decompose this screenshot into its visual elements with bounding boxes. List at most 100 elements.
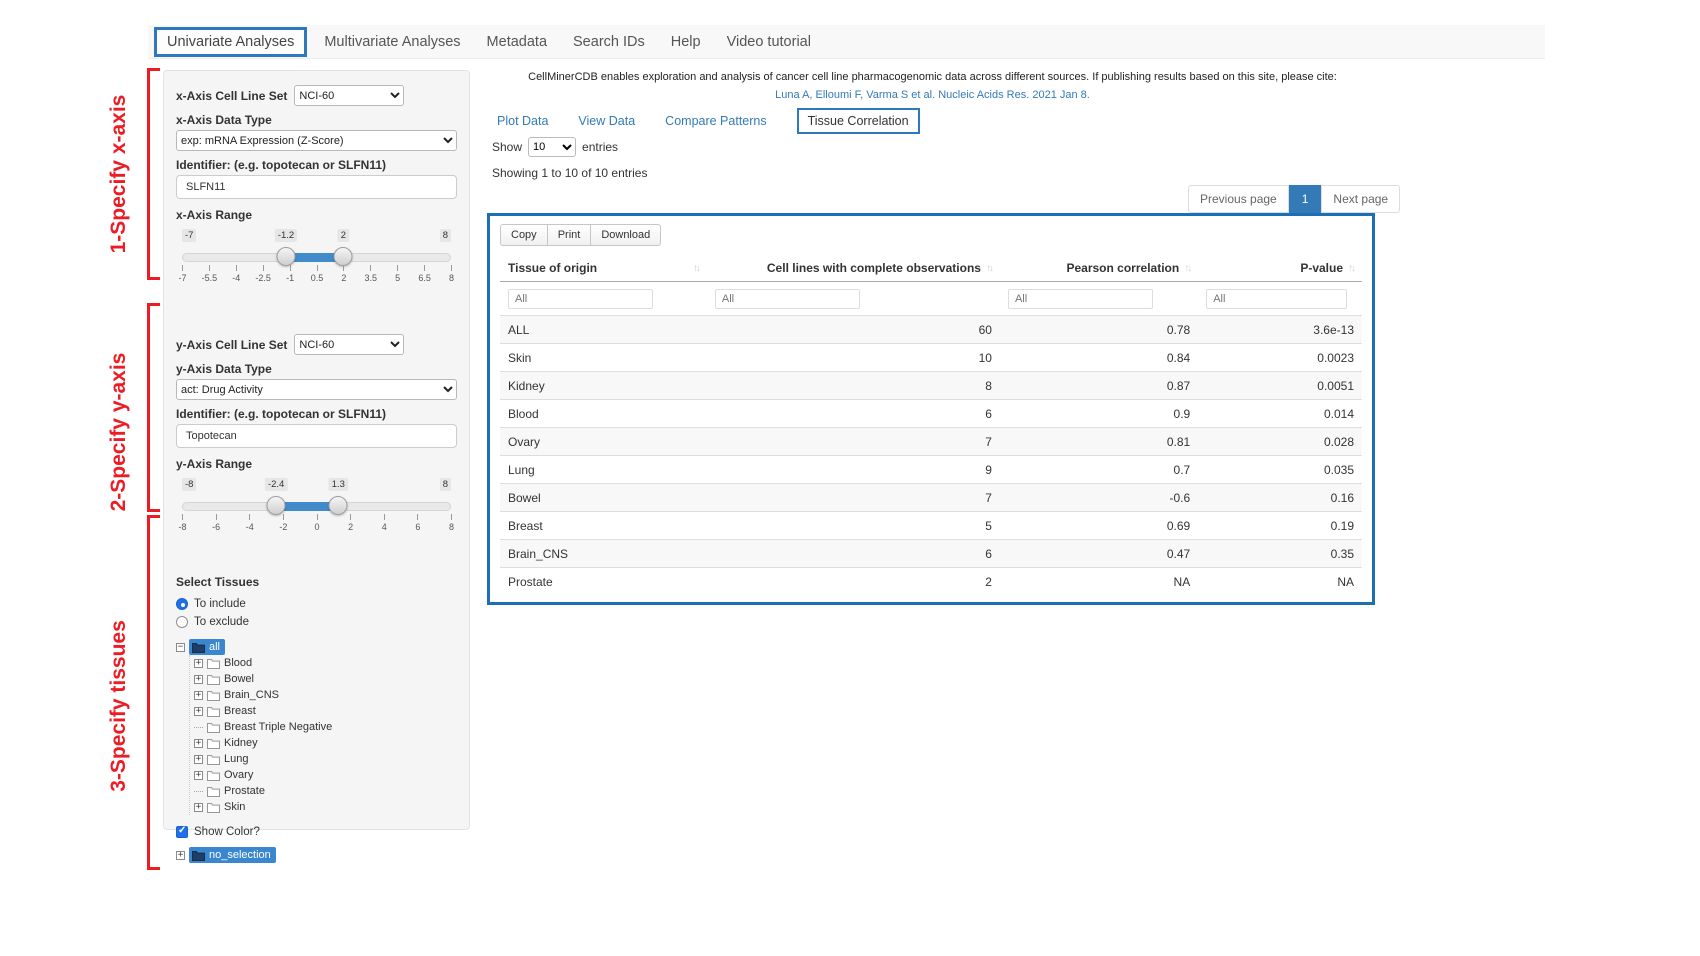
tissue-tree-item-label: Breast	[224, 705, 256, 717]
filter-tissue-input[interactable]	[508, 289, 653, 309]
table-row[interactable]: Breast 5 0.69 0.19	[500, 512, 1362, 540]
x-data-type-select[interactable]: exp: mRNA Expression (Z-Score)	[176, 130, 457, 151]
tissue-tree-item[interactable]: + Kidney	[194, 735, 457, 751]
no-selection-selected-chip[interactable]: no_selection	[189, 847, 276, 863]
column-header-pvalue[interactable]: P-value	[1198, 255, 1362, 282]
cell-tissue-of-origin: Kidney	[500, 372, 707, 400]
no-selection-node[interactable]: + no_selection	[176, 847, 457, 863]
tissue-tree-item[interactable]: + Bowel	[194, 671, 457, 687]
table-row[interactable]: Kidney 8 0.87 0.0051	[500, 372, 1362, 400]
tissue-tree-item[interactable]: Prostate	[194, 783, 457, 799]
page-length-select[interactable]: 10	[528, 137, 576, 157]
y-data-type-label: y-Axis Data Type	[176, 362, 457, 376]
sort-icon[interactable]	[986, 263, 992, 274]
nav-item[interactable]: Multivariate Analyses	[311, 28, 473, 56]
tissue-tree-item[interactable]: + Blood	[194, 655, 457, 671]
table-row[interactable]: Blood 6 0.9 0.014	[500, 400, 1362, 428]
nav-item[interactable]: Metadata	[474, 28, 560, 56]
cell-pearson-correlation: NA	[1000, 568, 1198, 596]
previous-page-button[interactable]: Previous page	[1188, 185, 1289, 213]
collapse-toggle-icon[interactable]: −	[176, 643, 185, 652]
result-tab[interactable]: View Data	[578, 114, 635, 128]
result-tab[interactable]: Plot Data	[497, 114, 548, 128]
no-selection-label: no_selection	[209, 849, 271, 861]
expand-toggle-icon[interactable]: +	[194, 659, 203, 668]
tissue-tree-item[interactable]: + Lung	[194, 751, 457, 767]
y-data-type-select[interactable]: act: Drug Activity	[176, 379, 457, 400]
sort-icon[interactable]	[1348, 263, 1354, 274]
slider-handle-to[interactable]	[334, 247, 353, 266]
column-header-cell-lines[interactable]: Cell lines with complete observations	[707, 255, 1000, 282]
expand-toggle-icon[interactable]: +	[194, 755, 203, 764]
table-row[interactable]: Bowel 7 -0.6 0.16	[500, 484, 1362, 512]
x-cell-line-set-select[interactable]: NCI-60	[294, 85, 404, 106]
sort-icon[interactable]	[693, 263, 699, 274]
nav-item[interactable]: Video tutorial	[714, 28, 824, 56]
column-header-tissue[interactable]: Tissue of origin	[500, 255, 707, 282]
nav-item[interactable]: Search IDs	[560, 28, 658, 56]
table-row[interactable]: Brain_CNS 6 0.47 0.35	[500, 540, 1362, 568]
download-button[interactable]: Download	[590, 224, 661, 246]
y-identifier-input[interactable]	[176, 424, 457, 448]
nav-item[interactable]: Univariate Analyses	[154, 27, 307, 57]
expand-toggle-icon[interactable]: +	[194, 707, 203, 716]
cell-pearson-correlation: 0.9	[1000, 400, 1198, 428]
slider-tick-label: 5	[395, 273, 400, 283]
filter-pvalue-input[interactable]	[1206, 289, 1346, 309]
tissue-tree-item[interactable]: + Brain_CNS	[194, 687, 457, 703]
print-button[interactable]: Print	[547, 224, 592, 246]
next-page-button[interactable]: Next page	[1321, 185, 1400, 213]
x-identifier-input[interactable]	[176, 175, 457, 199]
to-include-option[interactable]: To include	[176, 595, 457, 613]
expand-toggle-icon[interactable]: +	[194, 691, 203, 700]
tissue-tree-item[interactable]: + Breast	[194, 703, 457, 719]
slider-handle-to[interactable]	[329, 496, 348, 515]
slider-handle-from[interactable]	[267, 496, 286, 515]
expand-toggle-icon[interactable]: +	[194, 771, 203, 780]
nav-item-label: Search IDs	[573, 34, 645, 50]
tissue-tree-children: + Blood + Bowel + Brain_CNS +	[189, 655, 457, 815]
tissue-tree-item-label: Bowel	[224, 673, 254, 685]
tree-root-selected-chip[interactable]: all	[189, 639, 225, 655]
folder-icon	[207, 658, 220, 669]
filter-pearson-input[interactable]	[1008, 289, 1153, 309]
cell-tissue-of-origin: Brain_CNS	[500, 540, 707, 568]
nav-item[interactable]: Help	[658, 28, 714, 56]
copy-button[interactable]: Copy	[500, 224, 548, 246]
to-exclude-option[interactable]: To exclude	[176, 613, 457, 631]
result-tab-label: Compare Patterns	[665, 114, 766, 128]
table-row[interactable]: Skin 10 0.84 0.0023	[500, 344, 1362, 372]
result-tab[interactable]: Compare Patterns	[665, 114, 766, 128]
sort-icon[interactable]	[1184, 263, 1190, 274]
filter-cell-lines-input[interactable]	[715, 289, 860, 309]
table-row[interactable]: ALL 60 0.78 3.6e-13	[500, 316, 1362, 344]
table-row[interactable]: Lung 9 0.7 0.035	[500, 456, 1362, 484]
cell-tissue-of-origin: Lung	[500, 456, 707, 484]
tissue-tree-item[interactable]: + Skin	[194, 799, 457, 815]
y-cell-line-set-select[interactable]: NCI-60	[294, 334, 404, 355]
to-include-radio[interactable]	[176, 598, 188, 610]
expand-toggle-icon[interactable]: +	[194, 739, 203, 748]
tissue-tree-item[interactable]: Breast Triple Negative	[194, 719, 457, 735]
tissue-tree-item-label: Prostate	[224, 785, 265, 797]
table-row[interactable]: Ovary 7 0.81 0.028	[500, 428, 1362, 456]
show-color-checkbox[interactable]	[176, 826, 188, 838]
y-range-slider[interactable]: -8 8 -2.4 1.3 -8-6-4-202468	[182, 493, 451, 551]
expand-toggle-icon[interactable]: +	[176, 851, 185, 860]
x-range-slider[interactable]: -7 8 -1.2 2 -7-5.5-4-2.5-10.523.556.58	[182, 244, 451, 302]
slider-tick: -1	[290, 265, 291, 271]
citation-link[interactable]: Luna A, Elloumi F, Varma S et al. Nuclei…	[490, 88, 1375, 103]
column-header-pearson[interactable]: Pearson correlation	[1000, 255, 1198, 282]
slider-handle-from[interactable]	[277, 247, 296, 266]
expand-toggle-icon[interactable]: +	[194, 675, 203, 684]
tissue-tree-root[interactable]: − all	[176, 639, 457, 655]
expand-toggle-icon[interactable]: +	[194, 803, 203, 812]
to-exclude-radio[interactable]	[176, 616, 188, 628]
cell-tissue-of-origin: Blood	[500, 400, 707, 428]
show-color-option[interactable]: Show Color?	[176, 823, 457, 841]
tissue-tree-item[interactable]: + Ovary	[194, 767, 457, 783]
current-page-button[interactable]: 1	[1289, 185, 1322, 213]
result-tab[interactable]: Tissue Correlation	[797, 108, 920, 134]
slider-tick-label: -6	[212, 522, 220, 532]
table-row[interactable]: Prostate 2 NA NA	[500, 568, 1362, 596]
